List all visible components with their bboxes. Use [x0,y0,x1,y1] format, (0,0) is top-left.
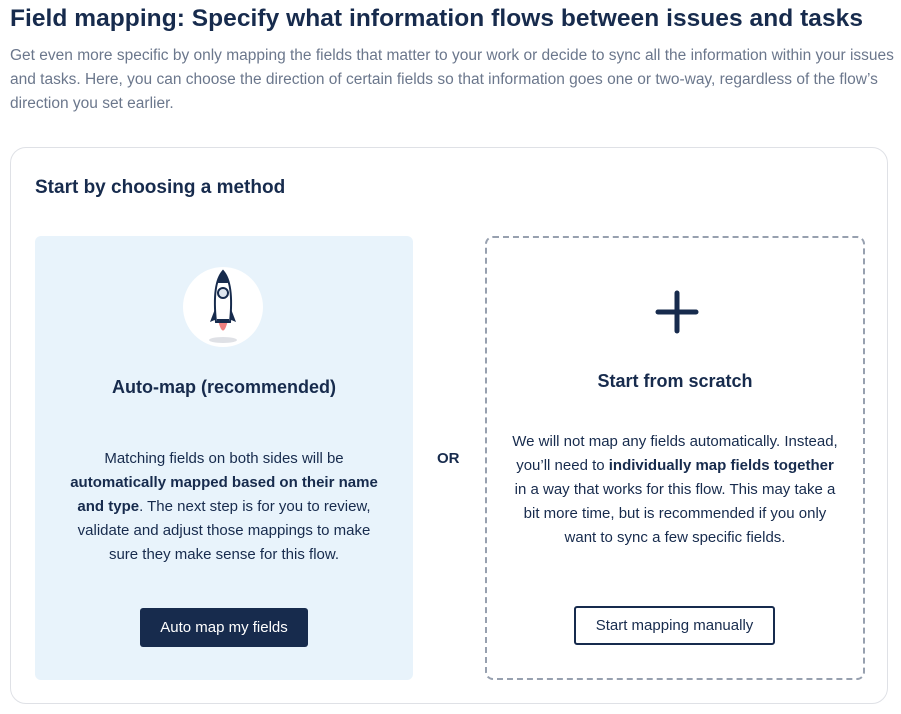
auto-map-description: Matching fields on both sides will be au… [70,450,378,563]
page-title: Field mapping: Specify what information … [10,5,863,32]
card-heading: Start by choosing a method [35,177,286,198]
or-separator: OR [437,450,460,467]
plus-icon [655,290,699,334]
auto-map-button[interactable]: Auto map my fields [140,608,308,647]
scratch-description: We will not map any fields automatically… [512,433,838,546]
auto-map-option: Auto-map (recommended) Matching fields o… [35,236,413,680]
start-from-scratch-option: Start from scratch We will not map any f… [485,236,865,680]
start-mapping-manually-button[interactable]: Start mapping manually [574,606,775,645]
scratch-title: Start from scratch [597,371,753,391]
auto-map-title: Auto-map (recommended) [111,377,336,397]
page-subtitle: Get even more specific by only mapping t… [10,47,894,112]
method-selection-card: Start by choosing a method Auto-map (rec… [10,147,888,704]
rocket-icon [183,267,263,347]
